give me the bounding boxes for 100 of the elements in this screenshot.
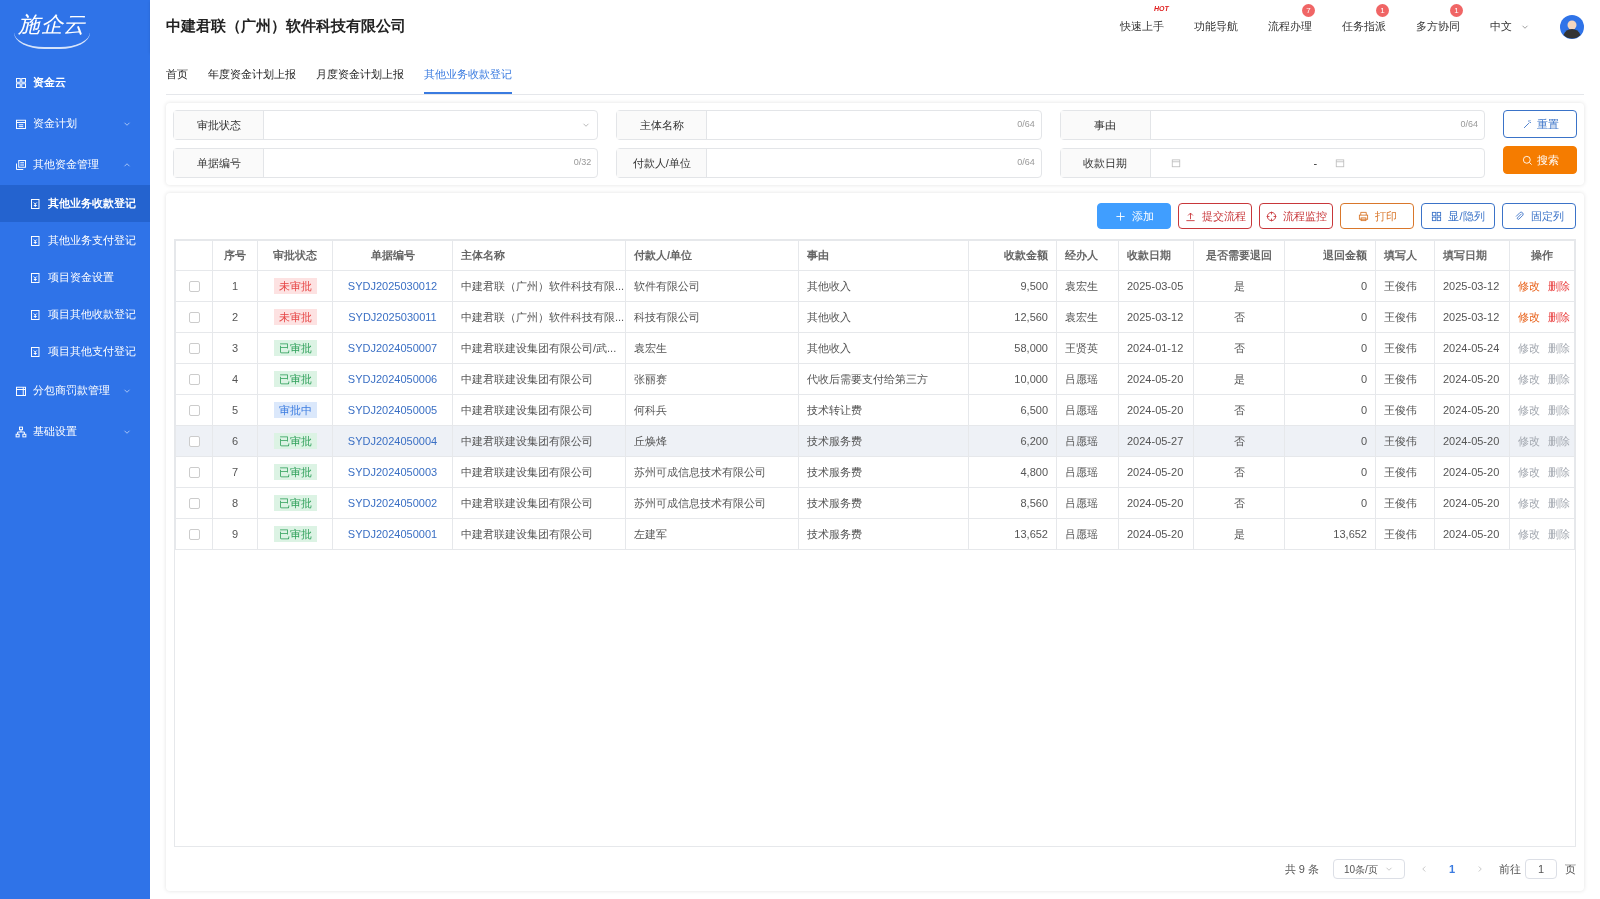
- page-size-select[interactable]: 10条/页: [1332, 859, 1405, 879]
- tab[interactable]: 其他业务收款登记: [424, 65, 512, 94]
- nav-link[interactable]: 流程办理: [1268, 18, 1312, 35]
- table-cell: 2: [212, 301, 258, 333]
- toolbar-button[interactable]: 显/隐列: [1421, 203, 1495, 229]
- checkbox[interactable]: [188, 405, 200, 417]
- sidebar-subitem[interactable]: 项目资金设置: [0, 259, 150, 296]
- table-cell: 7: [212, 456, 258, 488]
- toolbar-button[interactable]: 打印: [1340, 203, 1414, 229]
- grid-icon: [1431, 210, 1443, 222]
- reset-button[interactable]: 重置: [1503, 110, 1577, 138]
- table-cell: 6,200: [968, 425, 1057, 457]
- checkbox[interactable]: [188, 467, 200, 479]
- edit-link[interactable]: 修改: [1518, 310, 1540, 323]
- table-row[interactable]: 9 已审批 SYDJ2024050001 中建君联建设集团有限公司 左建军 技术服务费 13,652 吕愿瑶 2024-05-20 是 13,652 王俊伟 2024-05-20 修改 删除: [175, 518, 1575, 550]
- checkbox[interactable]: [188, 498, 200, 510]
- table-cell: 何科兵: [625, 394, 799, 426]
- page-input[interactable]: 1: [1525, 859, 1557, 879]
- filter-field[interactable]: 事由 0/64: [1059, 110, 1485, 140]
- table-cell: 2025-03-05: [1118, 270, 1194, 302]
- toolbar-button[interactable]: 提交流程: [1178, 203, 1252, 229]
- table-cell: 2024-05-20: [1118, 518, 1194, 550]
- tab[interactable]: 首页: [166, 65, 188, 94]
- sidebar-item[interactable]: 基础设置: [0, 411, 150, 452]
- table-cell: 中建君联建设集团有限公司: [452, 425, 626, 457]
- sidebar-subitem[interactable]: 其他业务支付登记: [0, 222, 150, 259]
- avatar[interactable]: [1560, 14, 1584, 39]
- table-cell: 2024-05-20: [1434, 394, 1510, 426]
- nav-link[interactable]: 功能导航: [1194, 18, 1238, 35]
- nav-link[interactable]: 多方协同: [1416, 18, 1460, 35]
- column-header: 填写人: [1375, 240, 1435, 271]
- nav-link[interactable]: 任务指派: [1342, 18, 1386, 35]
- table-cell: 苏州可成信息技术有限公司: [625, 456, 799, 488]
- filter-field[interactable]: 主体名称 0/64: [616, 110, 1042, 140]
- table-row[interactable]: 5 审批中 SYDJ2024050005 中建君联建设集团有限公司 何科兵 技术转让费 6,500 吕愿瑶 2024-05-20 否 0 王俊伟 2024-05-20 修改 删除: [175, 394, 1575, 426]
- filter-field[interactable]: 付款人/单位 0/64: [616, 148, 1042, 178]
- sidebar-item[interactable]: 分包商罚款管理: [0, 370, 150, 411]
- column-header: 退回金额: [1284, 240, 1376, 271]
- count-badge: 7: [1302, 4, 1315, 18]
- table-row[interactable]: 1 未审批 SYDJ2025030012 中建君联（广州）软件科技有限... 软件有限公司 其他收入 9,500 袁宏生 2025-03-05 是 0 王俊伟 2025-03-12 修改 删除: [175, 270, 1575, 302]
- table-cell: 12,560: [968, 301, 1057, 333]
- table-row[interactable]: 7 已审批 SYDJ2024050003 中建君联建设集团有限公司 苏州可成信息技术有限公司 技术服务费 4,800 吕愿瑶 2024-05-20 否 0 王俊伟 2024-05-20 修改 删除: [175, 456, 1575, 488]
- document-icon: [30, 271, 42, 284]
- page-number[interactable]: 1: [1442, 860, 1461, 878]
- checkbox[interactable]: [188, 529, 200, 541]
- delete-link[interactable]: 删除: [1548, 279, 1570, 292]
- checkbox[interactable]: [188, 312, 200, 324]
- nav-link[interactable]: 快速上手: [1120, 18, 1164, 35]
- table-cell: 左建军: [625, 518, 799, 550]
- table-row[interactable]: 8 已审批 SYDJ2024050002 中建君联建设集团有限公司 苏州可成信息技术有限公司 技术服务费 8,560 吕愿瑶 2024-05-20 否 0 王俊伟 2024-05-20 修改 删除: [175, 487, 1575, 519]
- table-row[interactable]: 2 未审批 SYDJ2025030011 中建君联（广州）软件科技有限... 科技有限公司 其他收入 12,560 袁宏生 2025-03-12 否 0 王俊伟 2025-03-12 修改 删除: [175, 301, 1575, 333]
- search-button[interactable]: 搜索: [1503, 146, 1577, 174]
- sidebar-subitem[interactable]: 项目其他支付登记: [0, 333, 150, 370]
- table-row[interactable]: 3 已审批 SYDJ2024050007 中建君联建设集团有限公司/武... 袁宏生 其他收入 58,000 王贤英 2024-01-12 否 0 王俊伟 2024-05-24 修改 删除: [175, 332, 1575, 364]
- table-cell: 王俊伟: [1375, 363, 1435, 395]
- table-cell: 2024-05-20: [1434, 518, 1510, 550]
- table-cell: 王俊伟: [1375, 394, 1435, 426]
- toolbar-button[interactable]: 固定列: [1502, 203, 1576, 229]
- char-counter: 0/64: [1460, 118, 1478, 132]
- table-cell: 其他收入: [798, 332, 969, 364]
- table-cell: 8: [212, 487, 258, 519]
- table-row[interactable]: 4 已审批 SYDJ2024050006 中建君联建设集团有限公司 张丽赛 代收后需要支付给第三方 10,000 吕愿瑶 2024-05-20 是 0 王俊伟 2024-05-20 修改 删除: [175, 363, 1575, 395]
- sidebar-item[interactable]: 其他资金管理: [0, 144, 150, 185]
- document-icon: [30, 197, 42, 210]
- language-select[interactable]: 中文: [1490, 18, 1530, 35]
- table-cell: 张丽赛: [625, 363, 799, 395]
- edit-link[interactable]: 修改: [1518, 279, 1540, 292]
- filter-field[interactable]: 单据编号 0/32: [173, 148, 599, 178]
- table-cell: 否: [1193, 425, 1285, 457]
- table-cell: 9: [212, 518, 258, 550]
- upload-icon: [1184, 210, 1196, 222]
- table-row[interactable]: 6 已审批 SYDJ2024050004 中建君联建设集团有限公司 丘焕烽 技术服务费 6,200 吕愿瑶 2024-05-27 否 0 王俊伟 2024-05-20 修改 删除: [175, 425, 1575, 457]
- table-cell: 中建君联建设集团有限公司: [452, 456, 626, 488]
- table-cell: 6: [212, 425, 258, 457]
- tab[interactable]: 年度资金计划上报: [208, 65, 296, 94]
- toolbar-button[interactable]: 流程监控: [1259, 203, 1333, 229]
- table-cell: 1: [212, 270, 258, 302]
- calendar-icon: [1170, 158, 1181, 168]
- table-cell: 吕愿瑶: [1056, 363, 1119, 395]
- table-cell: 中建君联建设集团有限公司/武...: [452, 332, 626, 364]
- sidebar-item[interactable]: 资金计划: [0, 103, 150, 144]
- checkbox[interactable]: [188, 343, 200, 355]
- checkbox[interactable]: [188, 281, 200, 293]
- table-cell: 13,652: [1284, 518, 1376, 550]
- filter-field[interactable]: 收款日期 -: [1059, 148, 1485, 178]
- checkbox[interactable]: [188, 374, 200, 386]
- table-cell: 0: [1284, 487, 1376, 519]
- table-cell: 吕愿瑶: [1056, 518, 1119, 550]
- delete-link[interactable]: 删除: [1548, 310, 1570, 323]
- table-cell: 3: [212, 332, 258, 364]
- sidebar-subitem[interactable]: 项目其他收款登记: [0, 296, 150, 333]
- table-cell: 袁宏生: [625, 332, 799, 364]
- sidebar-item[interactable]: 资金云: [0, 62, 150, 103]
- crosshair-icon: [1265, 210, 1277, 222]
- checkbox[interactable]: [188, 436, 200, 448]
- sidebar-subitem[interactable]: 其他业务收款登记: [0, 185, 150, 222]
- tab[interactable]: 月度资金计划上报: [316, 65, 404, 94]
- filter-field[interactable]: 审批状态: [173, 110, 599, 140]
- table-cell: 是: [1193, 518, 1285, 550]
- toolbar-button[interactable]: 添加: [1097, 203, 1171, 229]
